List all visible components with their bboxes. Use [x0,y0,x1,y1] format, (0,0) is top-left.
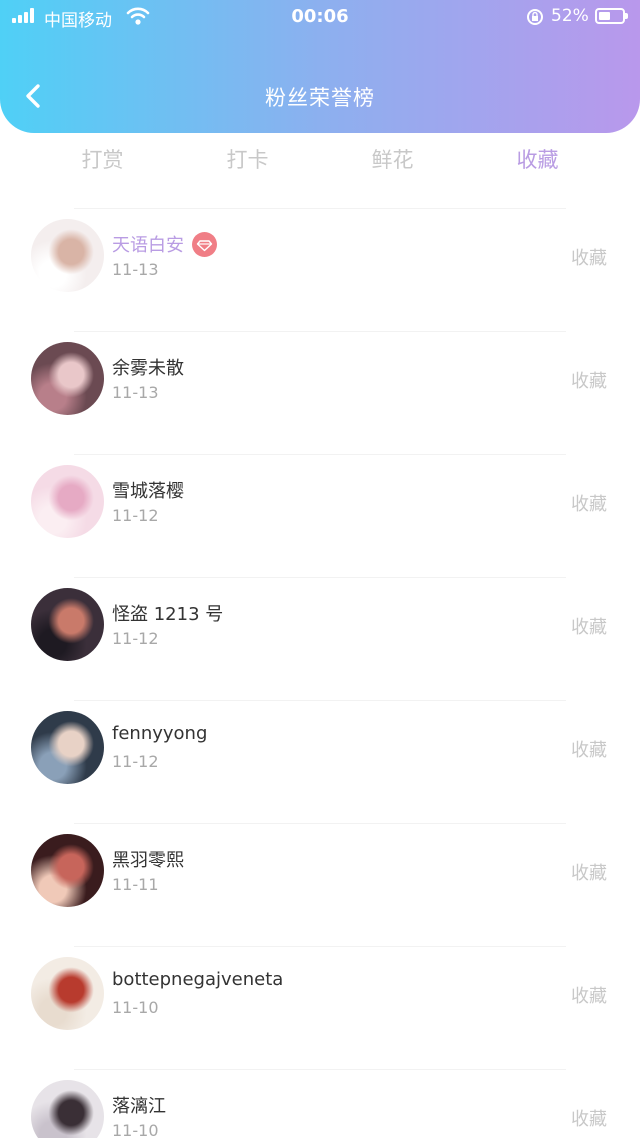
header-bar: 中国移动 00:06 52% 粉丝荣誉榜 [0,0,640,133]
fan-name-text: 天语白安 [112,235,184,256]
avatar[interactable] [31,342,104,415]
fan-date: 11-12 [112,506,159,525]
fan-name-text: bottepnegajveneta [112,969,284,990]
list-item[interactable]: 黑羽零熙 11-11 收藏 [0,824,640,947]
tab-flowers[interactable]: 鲜花 [320,140,465,184]
fan-name-text: 余雾未散 [112,358,184,379]
avatar[interactable] [31,711,104,784]
fan-action-label: 收藏 [571,248,607,269]
fan-action-label: 收藏 [571,371,607,392]
fan-action-label: 收藏 [571,986,607,1007]
fan-name: bottepnegajveneta [112,969,283,990]
clock-time: 00:06 [291,6,349,27]
diamond-icon [192,231,217,257]
battery-percent: 52% [551,6,589,26]
fan-name-text: 落漓江 [112,1096,166,1117]
avatar[interactable] [31,219,104,292]
rotation-lock-icon [527,9,543,25]
fan-name: 雪城落樱 [112,477,184,503]
list-item[interactable]: 雪城落樱 11-12 收藏 [0,455,640,578]
fan-name: 怪盗 1213 号 [112,600,223,626]
fan-date: 11-10 [112,1121,159,1138]
battery-level [599,12,611,20]
avatar[interactable] [31,588,104,661]
tab-reward[interactable]: 打赏 [30,140,175,184]
fan-name: 黑羽零熙 [112,846,184,872]
list-item[interactable]: 落漓江 11-10 收藏 [0,1070,640,1138]
fan-name-text: fennyyong [112,723,208,744]
list-item[interactable]: 怪盗 1213 号 11-12 收藏 [0,578,640,701]
fan-action-label: 收藏 [571,740,607,761]
tab-favorites[interactable]: 收藏 [465,140,610,184]
list-item[interactable]: 余雾未散 11-13 收藏 [0,332,640,455]
battery-icon [595,8,628,24]
avatar[interactable] [31,1080,104,1138]
list-item[interactable]: bottepnegajveneta 11-10 收藏 [0,947,640,1070]
fan-date: 11-12 [112,629,159,648]
list-item[interactable]: fennyyong 11-12 收藏 [0,701,640,824]
fan-name: 余雾未散 [112,354,184,380]
fan-date: 11-12 [112,752,159,771]
fan-name-text: 雪城落樱 [112,481,184,502]
fan-date: 11-11 [112,875,159,894]
fan-name: 落漓江 [112,1092,166,1118]
fan-action-label: 收藏 [571,863,607,884]
fan-name: fennyyong [112,723,207,744]
fan-name: 天语白安 [112,231,217,259]
avatar[interactable] [31,834,104,907]
fan-date: 11-13 [112,383,159,402]
fan-name-text: 黑羽零熙 [112,850,184,871]
fan-date: 11-13 [112,260,159,279]
avatar[interactable] [31,957,104,1030]
fan-action-label: 收藏 [571,617,607,638]
avatar[interactable] [31,465,104,538]
status-bar: 中国移动 00:06 52% [0,0,640,34]
fan-date: 11-10 [112,998,159,1017]
list-item[interactable]: 天语白安 11-13 收藏 [0,209,640,332]
fan-action-label: 收藏 [571,494,607,515]
page-title: 粉丝荣誉榜 [265,86,375,110]
fan-list: 天语白安 11-13 收藏 余雾未散 11-13 收藏 雪城落樱 11-12 收藏 怪盗 1213… [0,209,640,1138]
fan-action-label: 收藏 [571,1109,607,1130]
tab-checkin[interactable]: 打卡 [175,140,320,184]
fan-name-text: 怪盗 1213 号 [112,604,224,625]
tab-bar: 打赏 打卡 鲜花 收藏 [30,140,610,184]
